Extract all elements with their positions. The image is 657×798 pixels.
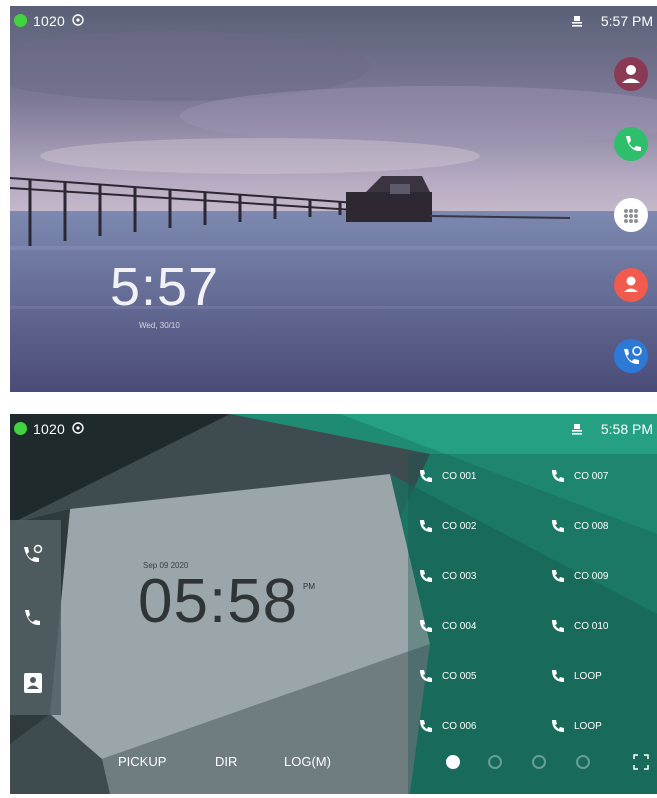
lock-screen: 1020 5:57 PM 5:57 Wed, 30/10 (10, 6, 657, 392)
phone-icon (420, 720, 432, 732)
dss-key[interactable]: CO 006 (418, 712, 538, 742)
page-indicator-3[interactable] (532, 755, 546, 769)
menu-button[interactable] (614, 198, 648, 232)
side-bar (10, 520, 61, 715)
dss-key[interactable]: CO 010 (550, 612, 657, 642)
dss-key[interactable]: CO 007 (550, 462, 657, 492)
directory-button[interactable] (614, 268, 648, 302)
person-icon (624, 276, 638, 292)
page-indicator-2[interactable] (488, 755, 502, 769)
extension-label: 1020 (33, 421, 65, 437)
phone-icon (420, 520, 432, 532)
grid-icon (624, 209, 638, 223)
line-status-icon[interactable] (14, 14, 27, 27)
softkey-bar: PICKUP DIR LOG(M) (10, 754, 410, 784)
phone-icon (552, 720, 564, 732)
dss-key[interactable]: CO 008 (550, 512, 657, 542)
phone-icon (420, 620, 432, 632)
person-icon (622, 65, 640, 83)
expand-button[interactable] (633, 754, 649, 770)
call-history-icon (24, 544, 43, 563)
status-bar: 1020 5:58 PM (10, 414, 657, 440)
phone-icon (552, 670, 564, 682)
softkey-log[interactable]: LOG(M) (284, 754, 331, 769)
clock-date: Wed, 30/10 (139, 321, 180, 330)
wallpaper-image (10, 6, 657, 392)
dss-key[interactable]: CO 005 (418, 662, 538, 692)
contacts-icon (24, 673, 42, 693)
phone-icon (626, 136, 641, 152)
dss-key[interactable]: CO 004 (418, 612, 538, 642)
clock-time: 05:58 (138, 567, 299, 636)
clock-ampm: PM (303, 582, 315, 591)
dss-key-panel: CO 001 CO 007 CO 002 CO 008 CO 003 CO 00… (408, 454, 657, 794)
phone-icon (552, 470, 564, 482)
dss-key[interactable]: CO 002 (418, 512, 538, 542)
phone-icon (552, 570, 564, 582)
dial-button[interactable] (20, 605, 46, 631)
extension-label: 1020 (33, 13, 65, 29)
line-signal-icon (72, 13, 84, 29)
dss-key[interactable]: LOOP (550, 712, 657, 742)
dss-key[interactable]: CO 009 (550, 562, 657, 592)
clock-time: 5:57 (110, 257, 220, 317)
line-signal-icon (72, 421, 84, 437)
status-time: 5:58 PM (600, 421, 653, 437)
phone-icon (552, 520, 564, 532)
contacts-button[interactable] (20, 670, 46, 696)
page-indicator-4[interactable] (576, 755, 590, 769)
expand-icon (633, 754, 649, 770)
history-button[interactable] (614, 339, 648, 373)
softkey-pickup[interactable]: PICKUP (118, 754, 166, 769)
phone-icon (420, 570, 432, 582)
dss-key[interactable]: CO 003 (418, 562, 538, 592)
dss-key[interactable]: CO 001 (418, 462, 538, 492)
home-screen: 1020 5:58 PM Sep 09 2020 05:58 PM PICKUP… (10, 414, 657, 794)
phone-icon (420, 470, 432, 482)
phone-icon (420, 670, 432, 682)
softkey-dir[interactable]: DIR (215, 754, 237, 769)
status-bar: 1020 5:57 PM (10, 6, 657, 32)
dss-key[interactable]: LOOP (550, 662, 657, 692)
status-time: 5:57 PM (600, 13, 653, 29)
call-history-button[interactable] (20, 542, 46, 568)
network-icon (571, 14, 583, 30)
phone-icon (25, 610, 40, 626)
contacts-button[interactable] (614, 57, 648, 91)
line-status-icon[interactable] (14, 422, 27, 435)
network-icon (571, 422, 583, 438)
page-indicator-1[interactable] (446, 755, 460, 769)
phone-icon (552, 620, 564, 632)
dial-button[interactable] (614, 127, 648, 161)
call-history-icon (624, 346, 642, 365)
